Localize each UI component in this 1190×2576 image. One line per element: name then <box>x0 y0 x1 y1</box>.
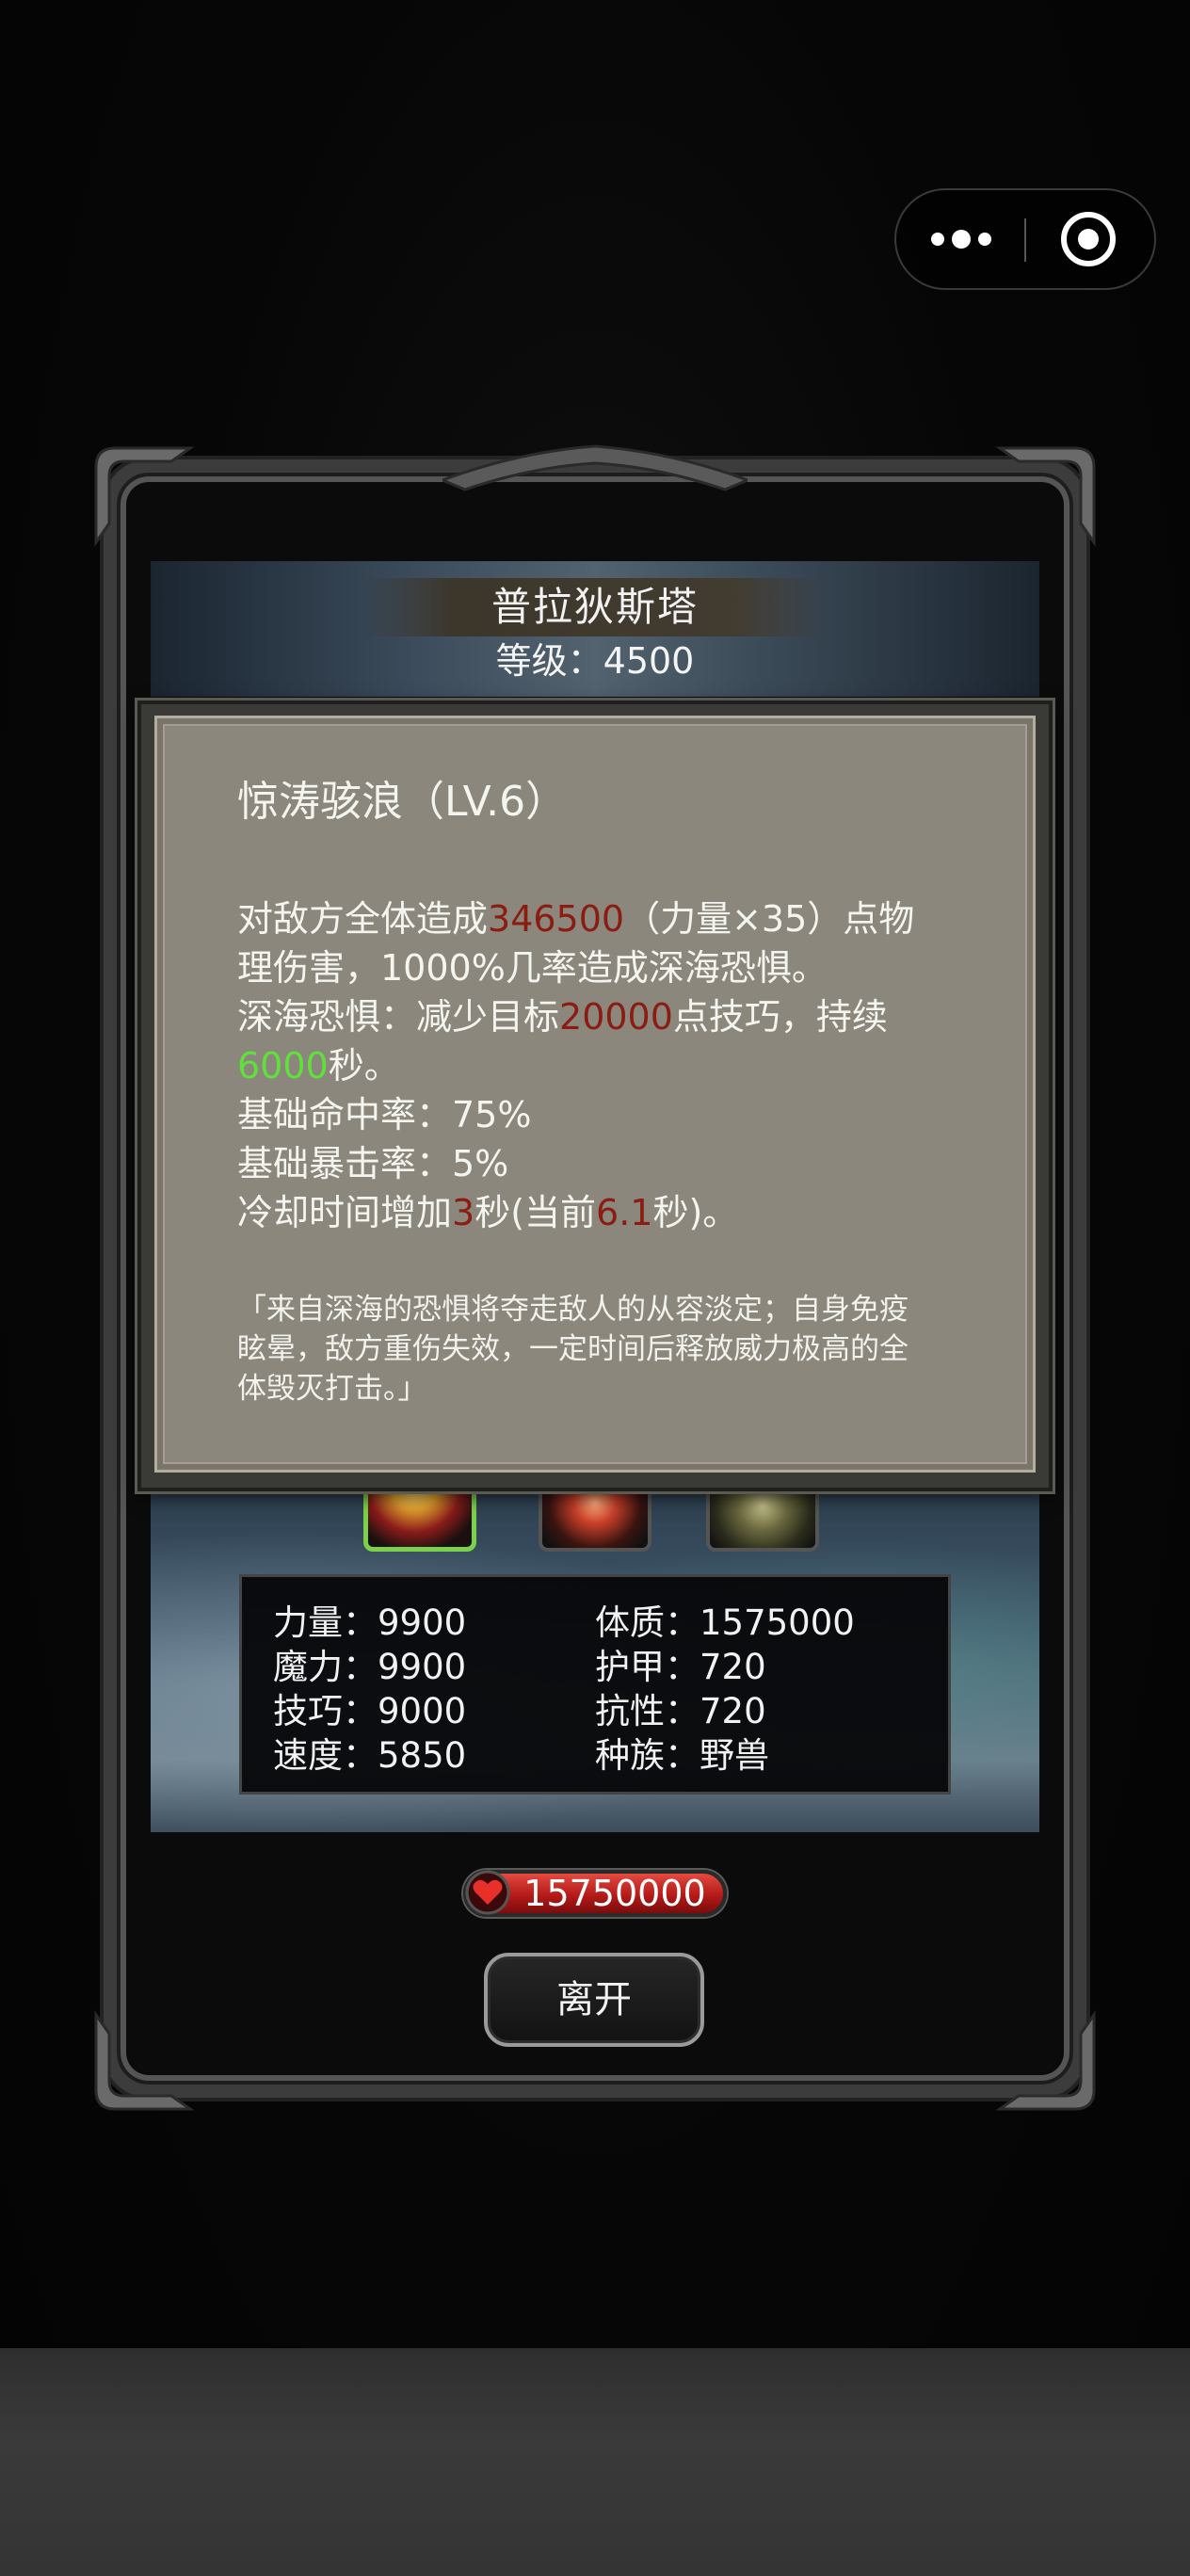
frame-corner-ornament <box>995 2010 1096 2111</box>
cooldown-current-value: 6.1 <box>596 1192 653 1233</box>
stat-race: 种族：野兽 <box>595 1735 769 1776</box>
stat-strength: 力量：9900 <box>273 1602 467 1643</box>
target-circle-icon[interactable] <box>1028 190 1154 288</box>
stat-armor: 护甲：720 <box>595 1647 766 1687</box>
stat-magic: 魔力：9900 <box>273 1647 467 1687</box>
skill-desc-line: 理伤害，1000%几率造成深海恐惧。 <box>237 947 828 989</box>
skill-title: 惊涛骇浪（LV.6） <box>237 778 568 826</box>
skill-cooldown-line: 冷却时间增加3秒(当前6.1秒)。 <box>237 1188 738 1237</box>
boss-level: 等级：4500 <box>495 640 695 682</box>
cooldown-add-value: 3 <box>452 1192 475 1233</box>
game-screen: 普拉狄斯塔 等级：4500 力量：9900 魔力：9900 技巧：9000 速度… <box>0 0 1190 2576</box>
damage-value: 346500 <box>488 898 625 940</box>
skill-desc-line: 对敌方全体造成346500（力量×35）点物 <box>237 894 914 943</box>
bottom-strip <box>0 2348 1190 2576</box>
skill-crit-rate: 基础暴击率：5% <box>237 1143 509 1184</box>
desc-text: 点技巧，持续 <box>672 996 888 1038</box>
skill-flavor-text: 体毁灭打击。」 <box>237 1372 427 1406</box>
reduce-value: 20000 <box>559 996 673 1038</box>
desc-text: 秒)。 <box>652 1192 739 1233</box>
desc-text: 秒。 <box>328 1045 400 1087</box>
desc-text: （力量×35）点物 <box>624 898 915 940</box>
skill-flavor-text: 「来自深海的恐惧将夺走敌人的从容淡定；自身免疫 <box>237 1293 909 1327</box>
leave-button-label[interactable]: 离开 <box>484 1953 704 2047</box>
duration-value: 6000 <box>237 1045 329 1087</box>
skill-desc-line: 6000秒。 <box>237 1041 400 1090</box>
stat-speed: 速度：5850 <box>273 1735 467 1776</box>
frame-corner-ornament <box>995 446 1096 547</box>
capsule-divider <box>1024 218 1026 262</box>
more-dots-icon[interactable] <box>896 190 1026 288</box>
desc-text: 深海恐惧：减少目标 <box>237 996 560 1038</box>
desc-text: 对敌方全体造成 <box>237 898 489 940</box>
heart-icon <box>465 1870 510 1915</box>
stat-constitution: 体质：1575000 <box>595 1602 855 1643</box>
frame-corner-ornament <box>94 2010 195 2111</box>
skill-desc-line: 深海恐惧：减少目标20000点技巧，持续 <box>237 992 888 1041</box>
desc-text: 秒(当前 <box>474 1192 597 1233</box>
stat-resistance: 抗性：720 <box>595 1691 766 1731</box>
frame-top-crest <box>442 444 748 491</box>
desc-text: 冷却时间增加 <box>237 1192 453 1233</box>
miniprogram-capsule <box>894 188 1156 290</box>
stat-skill: 技巧：9000 <box>273 1691 467 1731</box>
skill-flavor-text: 眩晕，敌方重伤失效，一定时间后释放威力极高的全 <box>237 1332 909 1366</box>
hp-value: 15750000 <box>523 1873 706 1914</box>
boss-name: 普拉狄斯塔 <box>490 584 699 630</box>
frame-corner-ornament <box>94 446 195 547</box>
skill-hit-rate: 基础命中率：75% <box>237 1094 532 1135</box>
